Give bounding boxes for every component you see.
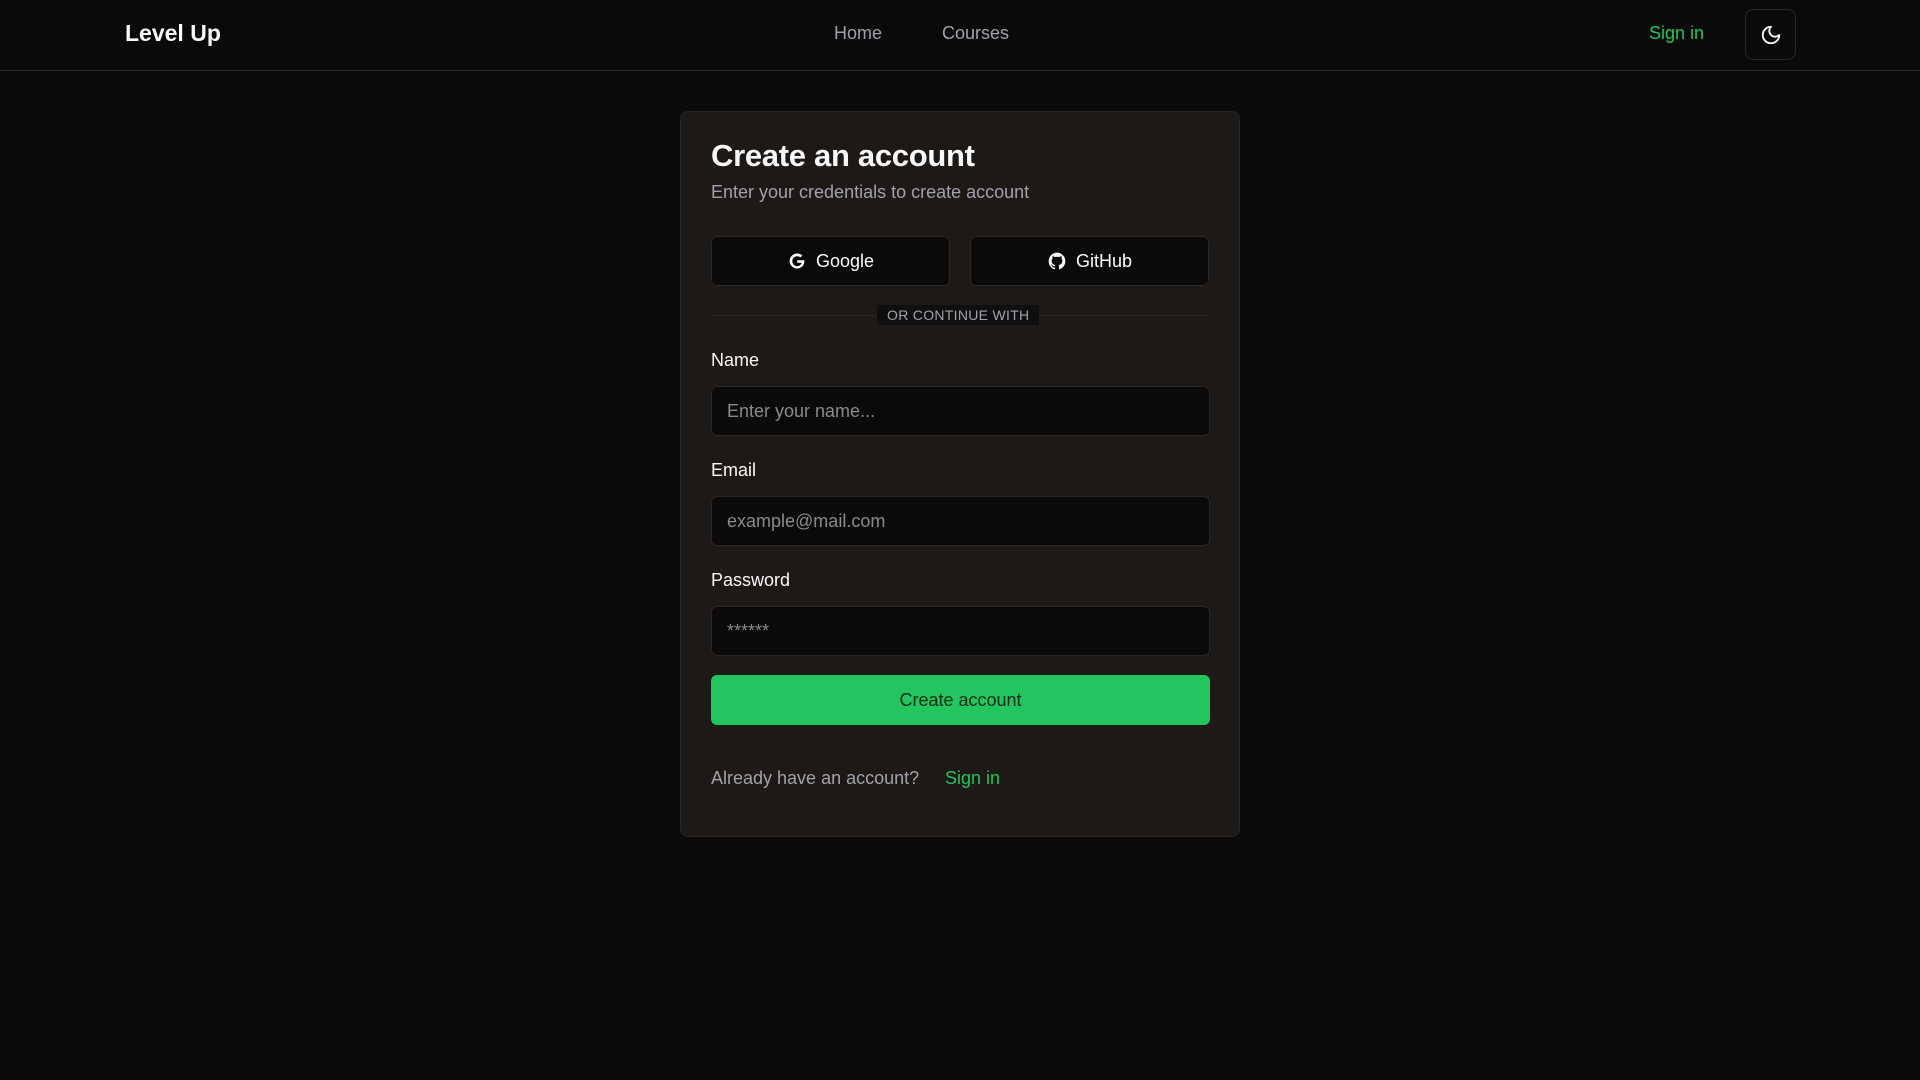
name-input[interactable] xyxy=(711,386,1210,436)
card-subtitle: Enter your credentials to create account xyxy=(711,182,1030,202)
github-icon xyxy=(1048,252,1066,270)
email-input[interactable] xyxy=(711,496,1210,546)
password-input[interactable] xyxy=(711,606,1210,656)
password-label: Password xyxy=(711,570,791,590)
moon-icon xyxy=(1761,25,1780,44)
google-icon xyxy=(789,253,805,269)
theme-toggle-button[interactable] xyxy=(1745,9,1796,60)
header-signin-link[interactable]: Sign in xyxy=(1649,23,1704,44)
main-nav: Home Courses xyxy=(834,23,1009,44)
nav-item-courses[interactable]: Courses xyxy=(942,23,1009,44)
signup-card: Create an account Enter your credentials… xyxy=(680,111,1240,837)
footer-signin-link[interactable]: Sign in xyxy=(945,768,1000,789)
create-account-button[interactable]: Create account xyxy=(711,675,1210,725)
brand-logo[interactable]: Level Up xyxy=(125,20,221,47)
top-header: Level Up Home Courses Sign in xyxy=(0,0,1920,71)
already-have-account-text: Already have an account? xyxy=(711,768,920,788)
name-label: Name xyxy=(711,350,760,370)
google-label: Google xyxy=(815,250,875,271)
google-signin-button[interactable]: Google xyxy=(711,236,950,286)
nav-item-home[interactable]: Home xyxy=(834,23,882,44)
github-signin-button[interactable]: GitHub xyxy=(970,236,1209,286)
github-label: GitHub xyxy=(1075,250,1133,271)
divider-text: OR CONTINUE WITH xyxy=(877,305,1040,325)
email-label: Email xyxy=(711,460,757,480)
card-title: Create an account xyxy=(711,138,975,173)
